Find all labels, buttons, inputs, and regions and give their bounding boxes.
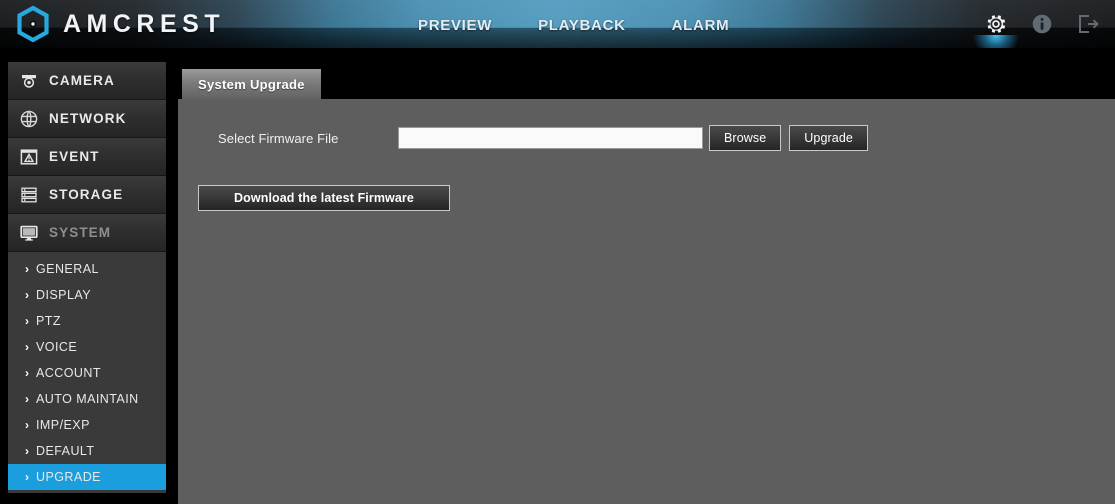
- sidebar-item-label: SYSTEM: [49, 225, 112, 240]
- event-alert-icon: [18, 146, 40, 168]
- submenu-item-label: IMP/EXP: [36, 418, 90, 432]
- chevron-right-icon: ›: [25, 262, 29, 276]
- chevron-right-icon: ›: [25, 314, 29, 328]
- firmware-file-input[interactable]: [398, 127, 703, 149]
- top-navigation: PREVIEW PLAYBACK ALARM: [418, 0, 729, 48]
- chevron-right-icon: ›: [25, 444, 29, 458]
- sidebar-item-event[interactable]: EVENT: [8, 138, 166, 176]
- nav-alarm[interactable]: ALARM: [672, 16, 730, 33]
- submenu-item-label: UPGRADE: [36, 470, 101, 484]
- submenu-item-label: GENERAL: [36, 262, 99, 276]
- sidebar-item-label: EVENT: [49, 149, 100, 164]
- active-section-indicator: [973, 35, 1019, 48]
- sidebar-item-label: NETWORK: [49, 111, 127, 126]
- tab-strip: System Upgrade: [178, 69, 1115, 99]
- camera-dome-icon: [18, 70, 40, 92]
- sidebar-item-label: CAMERA: [49, 73, 115, 88]
- tab-label: System Upgrade: [198, 76, 305, 92]
- submenu-item-voice[interactable]: › VOICE: [8, 334, 166, 360]
- submenu-item-ptz[interactable]: › PTZ: [8, 308, 166, 334]
- nav-preview[interactable]: PREVIEW: [418, 16, 492, 33]
- system-monitor-icon: [18, 222, 40, 244]
- brand-logo: AMCREST: [14, 5, 225, 43]
- submenu-item-label: PTZ: [36, 314, 61, 328]
- content-panel: Select Firmware File Browse Upgrade Down…: [178, 99, 1115, 504]
- submenu-item-label: DISPLAY: [36, 288, 92, 302]
- sidebar-item-camera[interactable]: CAMERA: [8, 62, 166, 100]
- nav-playback[interactable]: PLAYBACK: [538, 16, 626, 33]
- submenu-item-label: VOICE: [36, 340, 78, 354]
- submenu-item-label: AUTO MAINTAIN: [36, 392, 139, 406]
- main-sidebar: CAMERA NETWORK EVENT STORAGE SYSTEM › GE…: [8, 62, 166, 493]
- system-submenu: › GENERAL › DISPLAY › PTZ › VOICE › ACCO…: [8, 252, 166, 493]
- submenu-item-general[interactable]: › GENERAL: [8, 256, 166, 282]
- firmware-file-row: Select Firmware File Browse Upgrade: [218, 125, 868, 151]
- tab-system-upgrade[interactable]: System Upgrade: [182, 69, 321, 99]
- info-icon[interactable]: [1029, 11, 1055, 37]
- submenu-item-label: ACCOUNT: [36, 366, 101, 380]
- gear-icon[interactable]: [973, 11, 1019, 48]
- network-globe-icon: [18, 108, 40, 130]
- browse-button[interactable]: Browse: [709, 125, 782, 151]
- firmware-file-label: Select Firmware File: [218, 130, 339, 146]
- amcrest-web-ui: AMCREST PREVIEW PLAYBACK ALARM CAMERA NE…: [0, 0, 1115, 504]
- amcrest-hexagon-logo-icon: [14, 5, 52, 43]
- app-header: AMCREST PREVIEW PLAYBACK ALARM: [0, 0, 1115, 48]
- submenu-item-imp-exp[interactable]: › IMP/EXP: [8, 412, 166, 438]
- brand-name: AMCREST: [63, 9, 226, 38]
- download-latest-firmware-button[interactable]: Download the latest Firmware: [198, 185, 450, 211]
- logout-icon[interactable]: [1075, 11, 1101, 37]
- chevron-right-icon: ›: [25, 418, 29, 432]
- chevron-right-icon: ›: [25, 288, 29, 302]
- chevron-right-icon: ›: [25, 392, 29, 406]
- submenu-item-label: DEFAULT: [36, 444, 95, 458]
- submenu-item-account[interactable]: › ACCOUNT: [8, 360, 166, 386]
- storage-stack-icon: [18, 184, 40, 206]
- submenu-item-auto-maintain[interactable]: › AUTO MAINTAIN: [8, 386, 166, 412]
- upgrade-button[interactable]: Upgrade: [789, 125, 868, 151]
- submenu-item-default[interactable]: › DEFAULT: [8, 438, 166, 464]
- sidebar-item-label: STORAGE: [49, 187, 124, 202]
- chevron-right-icon: ›: [25, 340, 29, 354]
- submenu-item-upgrade[interactable]: › UPGRADE: [8, 464, 166, 490]
- sidebar-item-network[interactable]: NETWORK: [8, 100, 166, 138]
- chevron-right-icon: ›: [25, 366, 29, 380]
- header-icon-group: [973, 0, 1101, 48]
- sidebar-item-system[interactable]: SYSTEM: [8, 214, 166, 252]
- submenu-item-display[interactable]: › DISPLAY: [8, 282, 166, 308]
- sidebar-item-storage[interactable]: STORAGE: [8, 176, 166, 214]
- chevron-right-icon: ›: [25, 470, 29, 484]
